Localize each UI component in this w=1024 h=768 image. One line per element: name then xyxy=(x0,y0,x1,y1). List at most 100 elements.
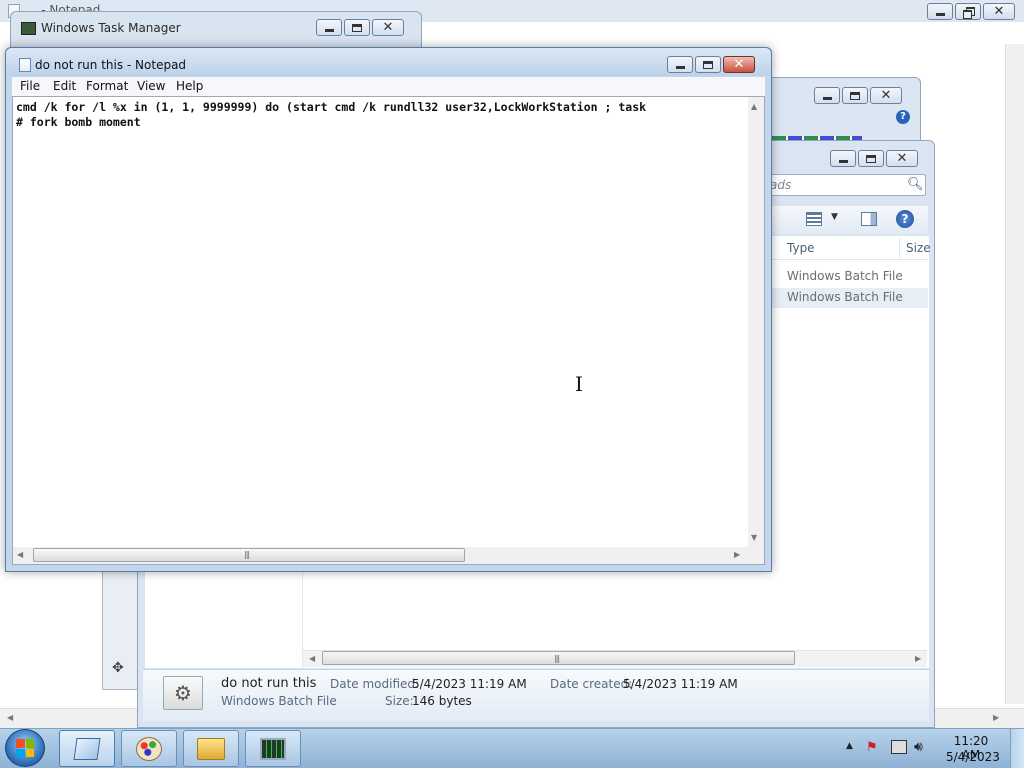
scroll-up-arrow-icon[interactable]: ▲ xyxy=(751,102,757,111)
network-icon[interactable] xyxy=(891,740,907,754)
minimize-icon xyxy=(324,29,334,32)
paint-icon xyxy=(136,736,162,761)
notepad-icon xyxy=(19,58,31,72)
close-icon: ✕ xyxy=(382,20,394,35)
vertical-scrollbar[interactable] xyxy=(748,97,764,547)
menu-help[interactable]: Help xyxy=(176,79,203,93)
taskbar-task-manager-button[interactable] xyxy=(245,730,301,767)
windows-logo-icon xyxy=(16,739,34,757)
column-divider[interactable] xyxy=(899,238,900,258)
minimize-button[interactable] xyxy=(830,150,856,167)
text-cursor-icon: I xyxy=(575,372,583,396)
task-manager-icon xyxy=(260,737,286,760)
maximize-button[interactable] xyxy=(858,150,884,167)
search-icon[interactable]: 🔍︎ xyxy=(907,177,924,192)
maximize-icon xyxy=(850,91,860,100)
details-size-label: Size: xyxy=(385,694,414,708)
notepad-icon xyxy=(73,737,101,760)
details-created-value: 5/4/2023 11:19 AM xyxy=(623,677,738,691)
search-placeholder: ads xyxy=(770,178,792,192)
maximize-icon xyxy=(866,154,876,163)
minimize-icon xyxy=(935,13,945,16)
maximize-button[interactable] xyxy=(344,19,370,36)
taskbar-paint-button[interactable] xyxy=(121,730,177,767)
background-window-caption-buttons: ✕ xyxy=(927,3,1015,20)
table-row-type[interactable]: Windows Batch File xyxy=(787,290,903,304)
minimize-icon xyxy=(822,97,832,100)
taskbar-notepad-button[interactable] xyxy=(59,730,115,767)
help-icon[interactable]: ? xyxy=(896,110,910,124)
scroll-left-arrow-icon[interactable]: ◀ xyxy=(309,654,315,663)
chevron-down-icon[interactable]: ▼ xyxy=(831,212,838,222)
maximize-icon xyxy=(703,60,713,69)
text-line: cmd /k for /l %x in (1, 1, 9999999) do (… xyxy=(16,100,647,114)
move-icon[interactable]: ✥ xyxy=(112,660,128,676)
menu-format[interactable]: Format xyxy=(86,79,128,93)
start-button[interactable] xyxy=(5,729,45,767)
minimize-icon xyxy=(675,66,685,69)
details-size-value: 146 bytes xyxy=(412,694,472,708)
details-file-type: Windows Batch File xyxy=(221,694,337,708)
show-desktop-button[interactable] xyxy=(1010,729,1024,768)
minimize-button[interactable] xyxy=(316,19,342,36)
text-editor-area[interactable]: cmd /k for /l %x in (1, 1, 9999999) do (… xyxy=(12,96,765,565)
scroll-down-arrow-icon[interactable]: ▼ xyxy=(751,533,757,542)
close-icon: ✕ xyxy=(733,57,745,72)
show-hidden-icons-icon[interactable]: ▲ xyxy=(846,741,853,751)
scroll-right-arrow-icon[interactable]: ▶ xyxy=(734,550,740,559)
background-vertical-scrollbar[interactable] xyxy=(1005,44,1024,704)
minimize-button[interactable] xyxy=(667,56,693,73)
column-header-type[interactable]: Type xyxy=(787,241,815,255)
maximize-icon xyxy=(352,23,362,32)
close-button[interactable]: ✕ xyxy=(886,150,918,167)
notepad-caption-buttons: ✕ xyxy=(667,56,755,73)
notepad-titlebar[interactable]: do not run this - Notepad xyxy=(6,48,771,76)
scroll-left-arrow-icon[interactable]: ◀ xyxy=(7,713,13,722)
scroll-left-arrow-icon[interactable]: ◀ xyxy=(17,550,23,559)
preview-pane-icon[interactable] xyxy=(861,212,877,226)
volume-icon[interactable]: 🔊︎ xyxy=(914,739,923,755)
close-icon: ✕ xyxy=(880,88,892,103)
close-button[interactable]: ✕ xyxy=(870,87,902,104)
restore-icon xyxy=(962,7,975,19)
menu-file[interactable]: File xyxy=(20,79,40,93)
scrollbar-grip-icon: ||| xyxy=(244,550,250,559)
maximize-button[interactable] xyxy=(695,56,721,73)
scrollbar-grip-icon: ||| xyxy=(554,654,560,663)
close-icon: ✕ xyxy=(993,4,1005,19)
menu-view[interactable]: View xyxy=(137,79,165,93)
folder-icon xyxy=(197,737,225,760)
close-button[interactable]: ✕ xyxy=(372,19,404,36)
batch-file-gears-icon: ⚙ xyxy=(163,676,203,710)
minimize-button[interactable] xyxy=(927,3,953,20)
close-button[interactable]: ✕ xyxy=(723,56,755,73)
minimize-icon xyxy=(838,160,848,163)
scroll-right-arrow-icon[interactable]: ▶ xyxy=(915,654,921,663)
help-icon[interactable]: ? xyxy=(896,210,914,228)
views-icon[interactable] xyxy=(806,212,822,226)
action-center-flag-icon[interactable]: ⚑ xyxy=(866,740,878,755)
task-manager-window[interactable]: Windows Task Manager ✕ xyxy=(10,11,422,51)
menu-edit[interactable]: Edit xyxy=(53,79,76,93)
restore-button[interactable] xyxy=(955,3,981,20)
explorer-caption-buttons: ✕ xyxy=(830,150,918,167)
details-created-label: Date created: xyxy=(550,677,633,691)
task-manager-caption-buttons: ✕ xyxy=(316,19,404,36)
search-input[interactable] xyxy=(770,174,926,196)
window-title: do not run this - Notepad xyxy=(35,58,187,72)
notepad-window[interactable]: do not run this - Notepad ✕ File Edit Fo… xyxy=(5,47,772,572)
navigation-pane xyxy=(145,570,303,668)
text-line: # fork bomb moment xyxy=(16,115,141,129)
clock-date[interactable]: 5/4/2023 xyxy=(946,750,1000,764)
taskbar-explorer-button[interactable] xyxy=(183,730,239,767)
maximize-button[interactable] xyxy=(842,87,868,104)
paint-caption-buttons: ✕ xyxy=(814,87,902,104)
column-header-size[interactable]: Size xyxy=(906,241,931,255)
details-file-name: do not run this xyxy=(221,676,317,691)
details-modified-value: 5/4/2023 11:19 AM xyxy=(412,677,527,691)
scroll-right-arrow-icon[interactable]: ▶ xyxy=(993,713,999,722)
table-row-type[interactable]: Windows Batch File xyxy=(787,269,903,283)
size-grip[interactable] xyxy=(748,547,764,564)
minimize-button[interactable] xyxy=(814,87,840,104)
close-button[interactable]: ✕ xyxy=(983,3,1015,20)
